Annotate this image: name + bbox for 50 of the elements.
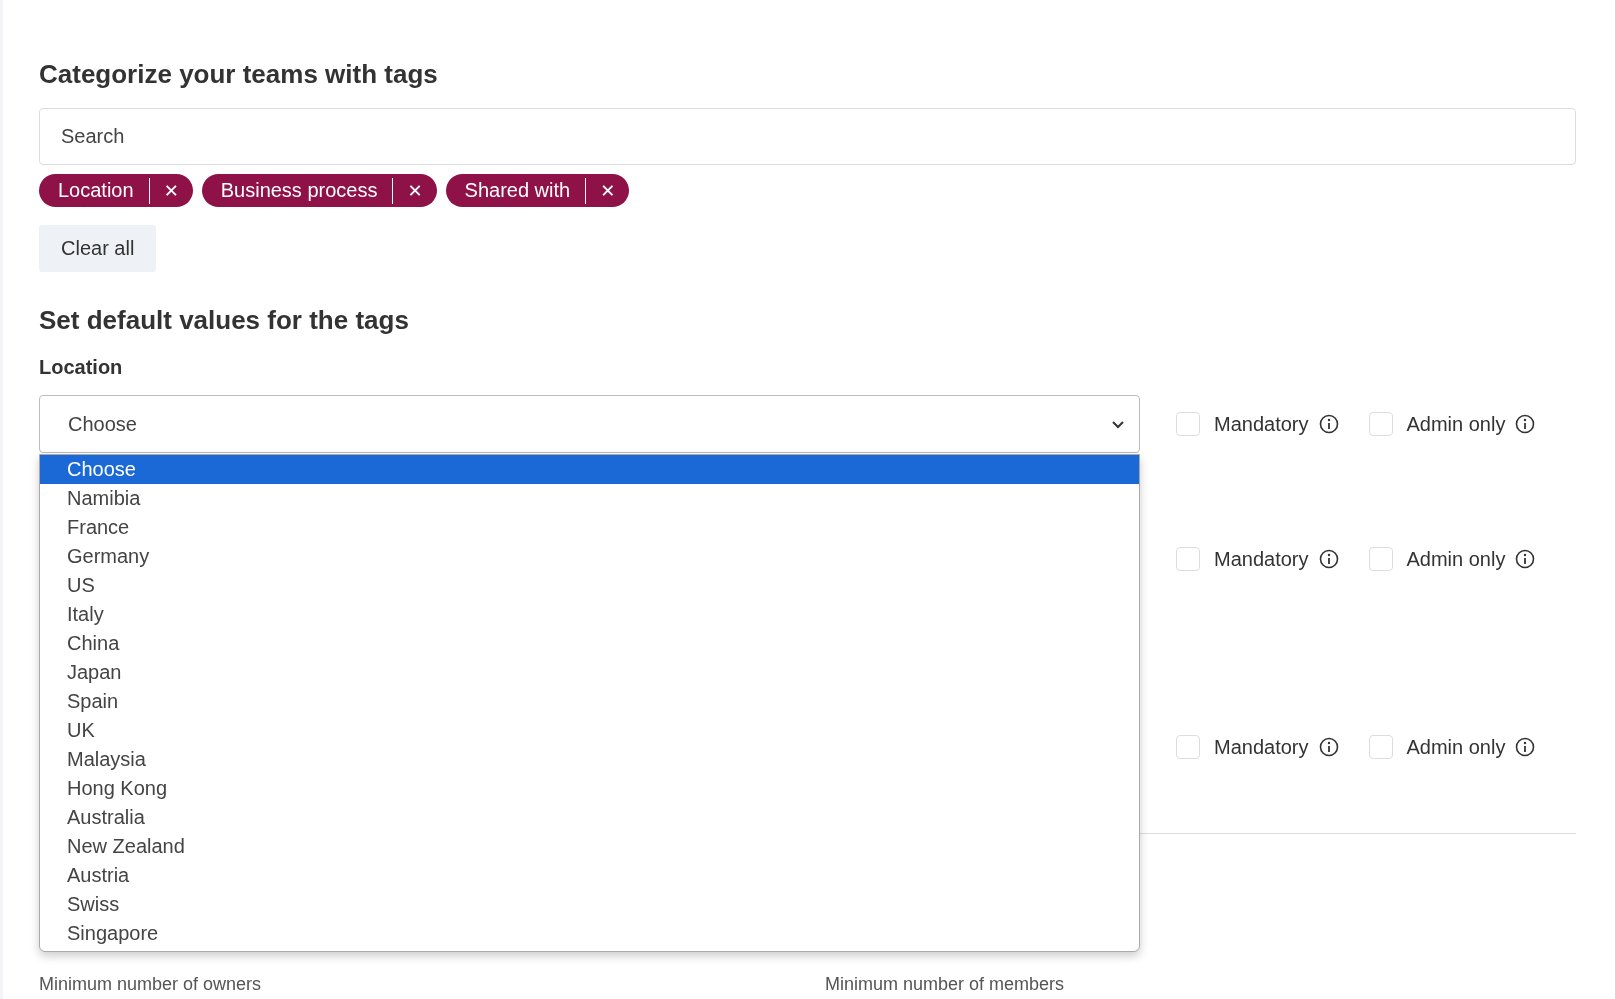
dropdown-option[interactable]: US [40, 571, 1139, 600]
dropdown-option[interactable]: Germany [40, 542, 1139, 571]
dropdown-option[interactable]: Malaysia [40, 745, 1139, 774]
checkbox[interactable] [1368, 547, 1393, 571]
checkbox-label: Admin only [1406, 547, 1506, 571]
info-icon [1515, 549, 1536, 569]
dropdown-option[interactable]: New Zealand [40, 832, 1139, 861]
checkbox[interactable] [1176, 412, 1200, 436]
dropdown-option[interactable]: Choose [40, 455, 1139, 484]
checkbox-label: Admin only [1406, 735, 1506, 759]
info-icon [1515, 414, 1536, 434]
info-icon [1318, 549, 1339, 569]
search-field[interactable]: Search [39, 108, 1576, 165]
remove-tag-button[interactable]: ✕ [592, 180, 624, 201]
dropdown-option[interactable]: France [40, 513, 1139, 542]
country-select[interactable]: Choose [39, 395, 1140, 453]
section-title: Set default values for the tags [39, 305, 410, 336]
dropdown-option[interactable]: Italy [40, 600, 1139, 629]
field-label: Minimum number of members [825, 974, 1066, 995]
section-title: Categorize your teams with tags [39, 59, 439, 90]
dropdown-option[interactable]: Japan [40, 658, 1139, 687]
checkbox-label: Mandatory [1214, 412, 1309, 436]
checkbox[interactable] [1176, 547, 1200, 571]
checkbox-label: Mandatory [1214, 735, 1309, 759]
tag-label: Shared with [464, 179, 571, 202]
dropdown-option[interactable]: China [40, 629, 1139, 658]
checkbox-label: Mandatory [1214, 547, 1309, 571]
dropdown-option[interactable]: Hong Kong [40, 774, 1139, 803]
remove-tag-button[interactable]: ✕ [399, 180, 431, 201]
field-label: Location [39, 356, 124, 379]
dropdown-option[interactable]: Singapore [40, 919, 1139, 948]
tag-label: Business process [220, 179, 378, 202]
dropdown-option[interactable]: Namibia [40, 484, 1139, 513]
field-label: Minimum number of owners [39, 974, 263, 995]
info-icon [1318, 737, 1339, 757]
dropdown-option[interactable]: Swiss [40, 890, 1139, 919]
info-icon [1318, 414, 1339, 434]
chevron-down-icon [1111, 419, 1125, 429]
clear-all-button[interactable]: Clear all [39, 225, 157, 272]
tag-label: Location [58, 179, 134, 202]
info-icon [1515, 737, 1536, 757]
checkbox-label: Admin only [1406, 412, 1506, 436]
dropdown-option[interactable]: Austria [40, 861, 1139, 890]
remove-tag-button[interactable]: ✕ [155, 180, 187, 201]
checkbox[interactable] [1368, 412, 1393, 436]
dropdown-option[interactable]: Spain [40, 687, 1139, 716]
checkbox[interactable] [1176, 735, 1200, 759]
dropdown-option[interactable]: Australia [40, 803, 1139, 832]
dropdown-option[interactable]: UK [40, 716, 1139, 745]
checkbox[interactable] [1368, 735, 1393, 759]
